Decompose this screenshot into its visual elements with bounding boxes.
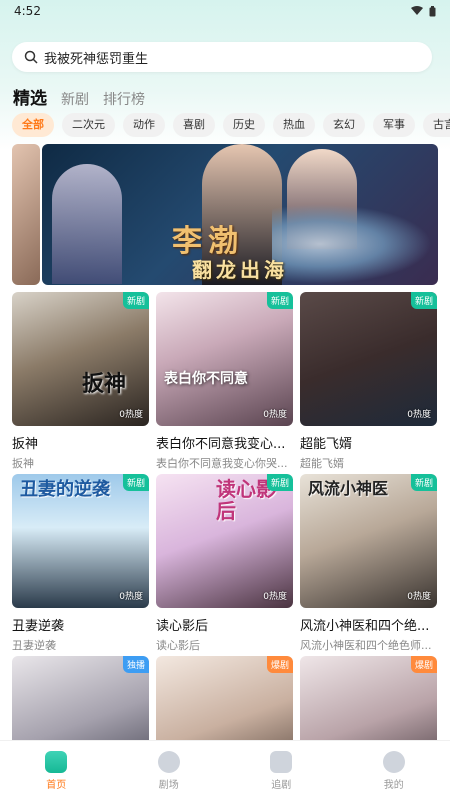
play-icon [270, 750, 293, 773]
nav-home[interactable]: 首页 [26, 750, 86, 791]
profile-icon [382, 750, 405, 773]
banner-wave-art [272, 204, 432, 284]
card-title[interactable]: 读心影后 [156, 615, 293, 634]
banner-prev-slide[interactable] [12, 144, 40, 285]
card-subtitle: 扳神 [12, 457, 34, 470]
tab-ranking[interactable]: 排行榜 [103, 89, 145, 109]
poster-title-art: 丑妻的逆袭 [20, 479, 110, 500]
card-subtitle: 表白你不同意我变心你哭... [156, 457, 288, 470]
drama-poster[interactable]: 新剧 0热度 [300, 292, 437, 426]
chip-all[interactable]: 全部 [12, 113, 54, 137]
wifi-icon [411, 6, 423, 15]
card-title[interactable]: 超能飞婿 [300, 433, 437, 452]
new-badge: 新剧 [266, 474, 293, 491]
heat-count: 0热度 [263, 410, 287, 420]
new-badge: 新剧 [410, 292, 437, 309]
chip-fantasy[interactable]: 玄幻 [323, 113, 365, 137]
drama-card[interactable]: 扳神 新剧 0热度 扳神 扳神 [12, 292, 149, 474]
chip-military[interactable]: 军事 [373, 113, 415, 137]
nav-profile[interactable]: 我的 [364, 750, 424, 791]
battery-icon [429, 5, 436, 16]
chip-action[interactable]: 动作 [123, 113, 165, 137]
chip-comedy[interactable]: 喜剧 [173, 113, 215, 137]
drama-poster[interactable]: 表白你不同意 新剧 0热度 [156, 292, 293, 426]
drama-poster[interactable]: 风流小神医 新剧 0热度 [300, 474, 437, 608]
new-badge: 新剧 [122, 292, 149, 309]
drama-grid: 扳神 新剧 0热度 扳神 扳神 表白你不同意 新剧 0热度 表白你不同意我变心.… [12, 292, 438, 800]
chip-anime[interactable]: 二次元 [62, 113, 115, 137]
theater-icon [157, 750, 180, 773]
status-time: 4:52 [14, 4, 41, 18]
search-bar[interactable]: 我被死神惩罚重生 [12, 42, 432, 72]
drama-card[interactable]: 丑妻的逆袭 新剧 0热度 丑妻逆袭 丑妻逆袭 [12, 474, 149, 656]
drama-card[interactable]: 新剧 0热度 超能飞婿 超能飞婿 [300, 292, 437, 474]
nav-follow[interactable]: 追剧 [251, 750, 311, 791]
new-badge: 新剧 [122, 474, 149, 491]
banner-slide[interactable]: 李渤 翻龙出海 [42, 144, 438, 285]
tab-new[interactable]: 新剧 [61, 89, 89, 109]
heat-count: 0热度 [263, 592, 287, 602]
drama-poster[interactable]: 读心影后 新剧 0热度 [156, 474, 293, 608]
card-title[interactable]: 风流小神医和四个绝... [300, 615, 437, 634]
drama-card[interactable]: 表白你不同意 新剧 0热度 表白你不同意我变心... 表白你不同意我变心你哭..… [156, 292, 293, 474]
chip-passion[interactable]: 热血 [273, 113, 315, 137]
heat-count: 0热度 [407, 410, 431, 420]
drama-card[interactable]: 读心影后 新剧 0热度 读心影后 读心影后 [156, 474, 293, 656]
card-subtitle: 丑妻逆袭 [12, 639, 56, 652]
search-input[interactable]: 我被死神惩罚重生 [44, 48, 148, 67]
status-bar: 4:52 [0, 0, 450, 22]
heat-count: 0热度 [119, 410, 143, 420]
nav-label: 我的 [383, 779, 404, 791]
chip-ancient[interactable]: 古言 [423, 113, 450, 137]
heat-count: 0热度 [119, 592, 143, 602]
card-title[interactable]: 表白你不同意我变心... [156, 433, 293, 452]
new-badge: 新剧 [410, 474, 437, 491]
exclusive-badge: 独播 [122, 656, 149, 673]
drama-poster[interactable]: 扳神 新剧 0热度 [12, 292, 149, 426]
nav-label: 剧场 [158, 779, 179, 791]
card-subtitle: 超能飞婿 [300, 457, 344, 470]
status-icons [411, 5, 436, 17]
search-icon [24, 50, 38, 64]
top-tabs: 精选 新剧 排行榜 [13, 84, 145, 109]
card-title[interactable]: 扳神 [12, 433, 149, 452]
card-subtitle: 风流小神医和四个绝色师... [300, 639, 432, 652]
drama-card[interactable]: 风流小神医 新剧 0热度 风流小神医和四个绝... 风流小神医和四个绝色师... [300, 474, 437, 656]
nav-label: 追剧 [271, 779, 292, 791]
banner-carousel[interactable]: 李渤 翻龙出海 [12, 144, 438, 285]
tab-featured[interactable]: 精选 [13, 84, 47, 109]
poster-title-art: 风流小神医 [308, 479, 389, 498]
home-icon [45, 750, 68, 773]
nav-theater[interactable]: 剧场 [139, 750, 199, 791]
banner-figure [52, 164, 122, 284]
drama-poster[interactable]: 丑妻的逆袭 新剧 0热度 [12, 474, 149, 608]
heat-count: 0热度 [407, 592, 431, 602]
category-chips: 全部 二次元 动作 喜剧 历史 热血 玄幻 军事 古言 [12, 113, 450, 137]
hot-badge: 爆剧 [266, 656, 293, 673]
new-badge: 新剧 [266, 292, 293, 309]
poster-title-art: 表白你不同意 [164, 371, 248, 387]
poster-title-art: 扳神 [82, 371, 127, 397]
bottom-nav: 首页 剧场 追剧 我的 [0, 740, 450, 800]
chip-history[interactable]: 历史 [223, 113, 265, 137]
hot-badge: 爆剧 [410, 656, 437, 673]
nav-label: 首页 [46, 779, 67, 791]
card-title[interactable]: 丑妻逆袭 [12, 615, 149, 634]
card-subtitle: 读心影后 [156, 639, 200, 652]
banner-subtitle: 翻龙出海 [192, 258, 288, 282]
